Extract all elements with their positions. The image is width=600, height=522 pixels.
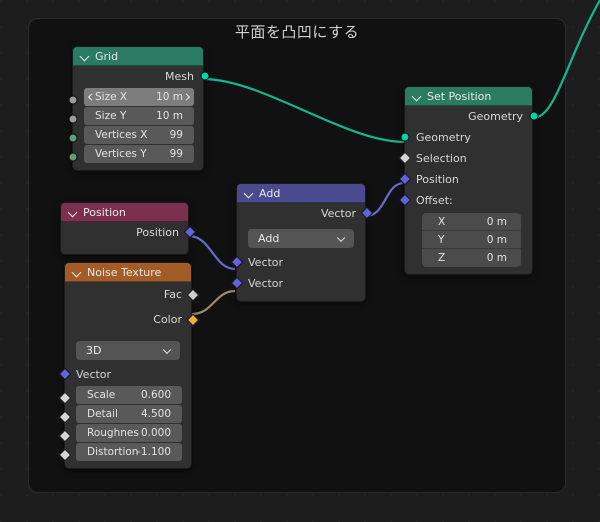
set-position-input-offset[interactable]: Offset: (398, 190, 532, 211)
field-noise-roughness-label: Roughnes (87, 427, 139, 439)
noise-output-color[interactable]: Color (65, 307, 200, 332)
chevron-left-icon[interactable] (87, 93, 96, 101)
socket-grid-size-x[interactable] (68, 95, 78, 105)
node-noise-texture-title: Noise Texture (87, 265, 162, 279)
field-noise-scale[interactable]: Scale 0.600 (76, 386, 182, 404)
field-grid-vertices-y-value: 99 (169, 148, 183, 160)
node-editor-canvas[interactable]: 平面を凸凹にする Grid Mesh Size X 10 m Size Y 10… (0, 0, 600, 522)
add-operation-dropdown[interactable]: Add (248, 229, 354, 248)
noise-dimension-value: 3D (86, 344, 102, 357)
field-noise-roughness[interactable]: Roughnes 0.000 (76, 424, 182, 442)
chevron-down-icon[interactable] (80, 51, 91, 62)
set-position-input-selection-label: Selection (416, 152, 467, 165)
node-grid[interactable]: Grid Mesh Size X 10 m Size Y 10 m Vertic… (68, 46, 210, 171)
field-grid-size-x[interactable]: Size X 10 m (84, 88, 194, 106)
field-grid-size-y-label: Size Y (95, 110, 127, 122)
chevron-down-icon[interactable] (412, 91, 423, 102)
field-offset-z[interactable]: Z 0 m (422, 249, 521, 267)
grid-output-mesh[interactable]: Mesh (73, 66, 210, 87)
chevron-down-icon[interactable] (162, 345, 172, 354)
position-node-spacer (61, 243, 188, 247)
field-grid-vertices-x[interactable]: Vertices X 99 (84, 126, 194, 144)
chevron-down-icon[interactable] (68, 207, 79, 218)
noise-input-vector-label: Vector (76, 368, 112, 381)
field-offset-x-label: X (438, 215, 446, 228)
node-noise-texture-header[interactable]: Noise Texture (65, 263, 191, 282)
field-noise-roughness-value: 0.000 (140, 427, 171, 439)
field-grid-vertices-x-value: 99 (169, 129, 183, 141)
field-grid-vertices-y-label: Vertices Y (95, 148, 147, 160)
add-input-vector-2-label: Vector (248, 277, 284, 290)
add-input-vector-1[interactable]: Vector (230, 252, 365, 273)
field-noise-scale-label: Scale (87, 389, 116, 401)
chevron-down-icon[interactable] (336, 233, 346, 242)
field-offset-z-value: 0 m (486, 252, 507, 264)
set-position-input-offset-label: Offset: (416, 194, 453, 207)
field-grid-size-y-value: 10 m (156, 110, 183, 122)
node-grid-title: Grid (95, 49, 119, 63)
socket-grid-mesh-out[interactable] (200, 71, 210, 81)
add-output-vector-label: Vector (320, 207, 356, 220)
field-grid-size-y[interactable]: Size Y 10 m (84, 107, 194, 125)
chevron-down-icon[interactable] (72, 267, 83, 278)
field-noise-detail-label: Detail (87, 408, 118, 420)
field-noise-distortion[interactable]: Distortion -1.100 (76, 443, 182, 461)
noise-output-color-label: Color (153, 313, 182, 326)
set-position-offset-fields[interactable]: X 0 m Y 0 m Z 0 m (422, 213, 521, 267)
field-offset-y-label: Y (438, 233, 445, 246)
node-noise-texture[interactable]: Noise Texture Fac Color 3D Vector Scale … (58, 262, 200, 469)
field-grid-vertices-x-label: Vertices X (95, 129, 148, 141)
socket-set-position-geometry-out[interactable] (529, 111, 539, 121)
add-input-vector-1-label: Vector (248, 256, 284, 269)
field-offset-x-value: 0 m (486, 215, 507, 228)
node-set-position-title: Set Position (427, 89, 492, 103)
socket-set-position-geometry-in[interactable] (400, 132, 410, 142)
position-output-label: Position (136, 226, 179, 239)
noise-dimension-dropdown[interactable]: 3D (76, 341, 180, 360)
node-grid-header[interactable]: Grid (73, 47, 203, 66)
set-position-input-geometry[interactable]: Geometry (400, 127, 532, 148)
add-input-vector-2[interactable]: Vector (230, 273, 365, 294)
field-grid-vertices-y[interactable]: Vertices Y 99 (84, 145, 194, 163)
socket-grid-size-y[interactable] (68, 114, 78, 124)
node-vector-math-add[interactable]: Add Vector Add Vector Vector (230, 183, 374, 302)
set-position-input-position-label: Position (416, 173, 459, 186)
noise-output-fac[interactable]: Fac (65, 282, 200, 307)
field-offset-x[interactable]: X 0 m (422, 213, 521, 231)
add-output-vector[interactable]: Vector (237, 203, 374, 224)
set-position-input-geometry-label: Geometry (416, 131, 471, 144)
field-grid-size-x-value: 10 m (156, 91, 183, 103)
frame-title: 平面を凸凹にする (234, 23, 360, 41)
field-offset-y[interactable]: Y 0 m (422, 231, 521, 249)
set-position-output-geometry-label: Geometry (468, 110, 523, 123)
add-operation-value: Add (258, 232, 280, 245)
node-set-position-header[interactable]: Set Position (405, 87, 532, 106)
socket-grid-vertices-x[interactable] (68, 133, 78, 143)
noise-input-vector[interactable]: Vector (58, 364, 191, 385)
field-noise-detail-value: 4.500 (140, 408, 171, 420)
field-offset-z-label: Z (438, 252, 446, 264)
node-add-title: Add (259, 186, 281, 200)
field-grid-size-x-label: Size X (95, 91, 128, 103)
position-output-position[interactable]: Position (61, 222, 197, 243)
node-set-position[interactable]: Set Position Geometry Geometry Selection… (398, 86, 539, 275)
field-noise-distortion-label: Distortion (87, 446, 139, 458)
set-position-input-selection[interactable]: Selection (398, 148, 532, 169)
chevron-right-icon[interactable] (182, 93, 191, 101)
field-noise-distortion-value: -1.100 (137, 446, 171, 458)
field-offset-y-value: 0 m (486, 233, 507, 246)
socket-grid-vertices-y[interactable] (68, 152, 78, 162)
field-noise-scale-value: 0.600 (140, 389, 171, 401)
field-noise-detail[interactable]: Detail 4.500 (76, 405, 182, 423)
grid-output-mesh-label: Mesh (165, 70, 194, 83)
noise-output-fac-label: Fac (163, 288, 182, 301)
node-position-header[interactable]: Position (61, 203, 188, 222)
set-position-input-position[interactable]: Position (398, 169, 532, 190)
node-add-header[interactable]: Add (237, 184, 365, 203)
chevron-down-icon[interactable] (244, 188, 255, 199)
node-position-title: Position (83, 205, 126, 219)
node-position[interactable]: Position Position (60, 202, 197, 255)
set-position-output-geometry[interactable]: Geometry (405, 106, 539, 127)
